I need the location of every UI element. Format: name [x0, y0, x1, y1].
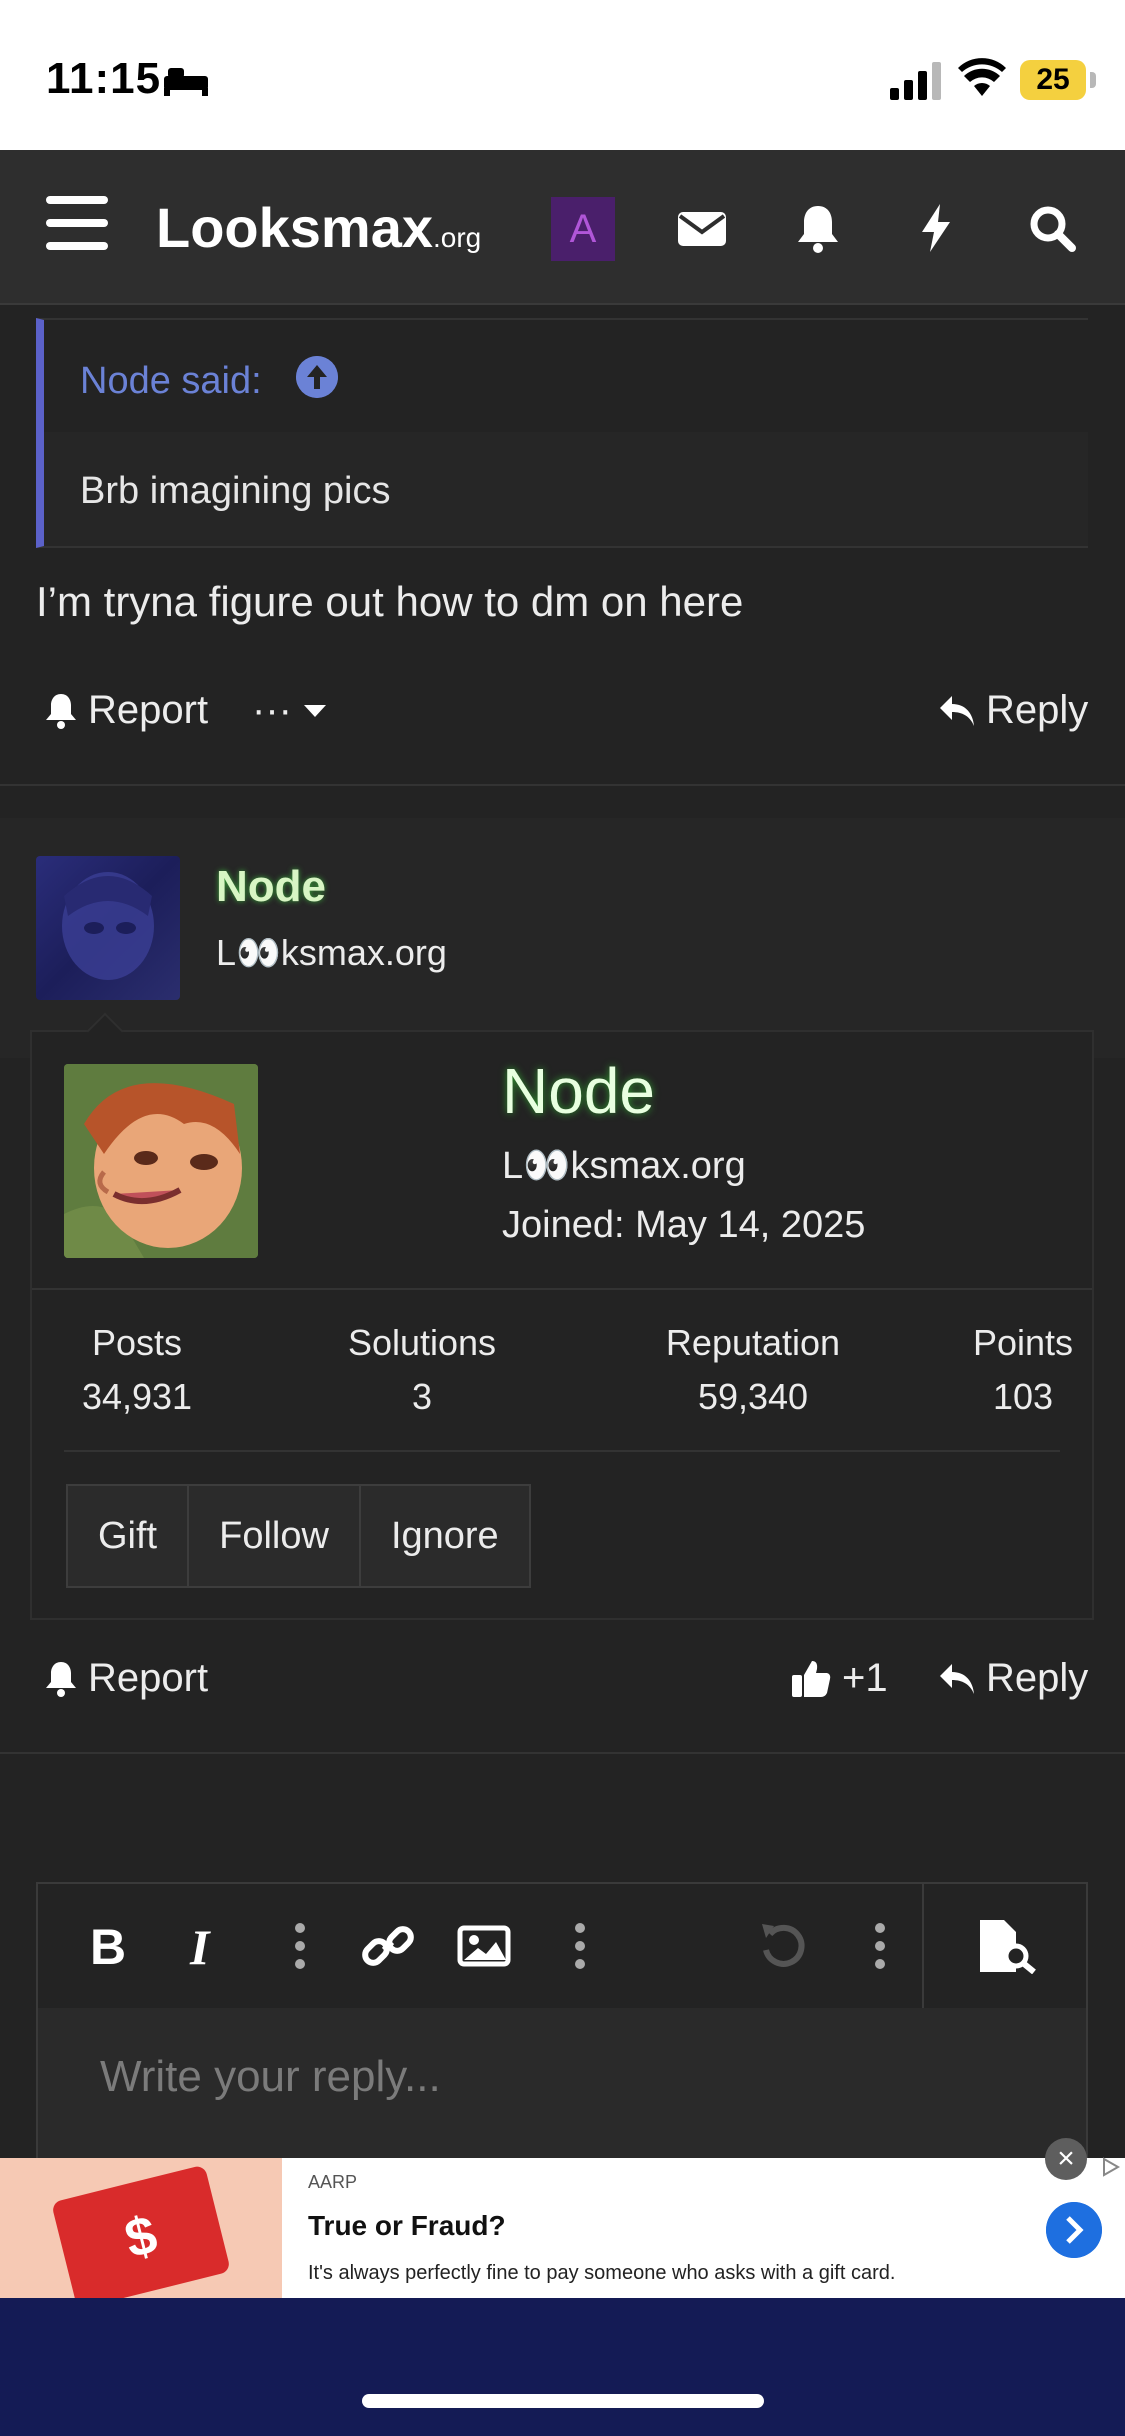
wifi-icon: [958, 58, 1006, 96]
hamburger-menu-icon[interactable]: [46, 196, 108, 252]
ellipsis-icon: ···: [252, 688, 292, 732]
reply-input[interactable]: Write your reply...: [100, 2052, 441, 2102]
quote-author-link[interactable]: Node said:: [80, 360, 262, 403]
member-action-buttons: Gift Follow Ignore: [66, 1484, 531, 1588]
battery-indicator: 25: [1020, 60, 1086, 100]
svg-text:I: I: [189, 1919, 211, 1974]
ignore-button[interactable]: Ignore: [360, 1486, 529, 1586]
report-button[interactable]: Report: [44, 1656, 208, 1701]
bell-icon: [46, 693, 76, 729]
home-indicator[interactable]: [362, 2394, 764, 2408]
member-avatar[interactable]: [64, 1064, 258, 1258]
ad-body: It's always perfectly fine to pay someon…: [308, 2262, 896, 2284]
post-author-name[interactable]: Node: [216, 862, 326, 912]
quote-header: Node said:: [44, 320, 1088, 432]
stats-divider: [64, 1450, 1060, 1452]
gift-card-graphic: $: [51, 2164, 231, 2310]
follow-button[interactable]: Follow: [189, 1486, 361, 1586]
reply-button[interactable]: Reply: [938, 688, 1088, 733]
avatar-illustration: [62, 872, 154, 980]
avatar-illustration: [64, 1064, 258, 1258]
stat-solutions[interactable]: Solutions 3: [332, 1322, 512, 1418]
sleep-focus-icon: [164, 68, 208, 96]
bold-icon[interactable]: B: [80, 1918, 136, 1974]
top-navigation: Looksmax.org A: [0, 150, 1125, 305]
report-button[interactable]: Report: [44, 688, 208, 733]
ad-brand: AARP: [308, 2172, 358, 2192]
stat-value: 3: [411, 1376, 433, 1417]
advertisement-banner[interactable]: $ AARP True or Fraud? It's always perfec…: [0, 2158, 1125, 2310]
like-button[interactable]: +1: [790, 1656, 888, 1701]
link-icon[interactable]: [360, 1918, 416, 1974]
reply-arrow-icon: [940, 1663, 974, 1694]
ad-image: $: [0, 2158, 282, 2310]
report-label: Report: [88, 688, 209, 732]
stat-label: Posts: [91, 1322, 183, 1363]
reply-label: Reply: [986, 1656, 1089, 1700]
thumbs-up-icon: [792, 1660, 831, 1697]
stat-reputation[interactable]: Reputation 59,340: [628, 1322, 878, 1418]
member-tooltip: Node L👀ksmax.org Joined: May 14, 2025 Po…: [30, 1012, 1094, 1620]
chevron-right-icon[interactable]: [1046, 2202, 1102, 2258]
member-card-header: Node L👀ksmax.org Joined: May 14, 2025: [32, 1032, 1092, 1290]
ad-headline: True or Fraud?: [308, 2210, 506, 2241]
status-time: 11:15: [46, 54, 162, 103]
toolbar-separator: [922, 1884, 924, 2008]
member-name[interactable]: Node: [502, 1054, 655, 1128]
stat-value: 103: [992, 1376, 1054, 1417]
reply-editor: B I Write your reply...: [36, 1882, 1088, 2162]
stat-label: Reputation: [665, 1322, 841, 1363]
reply-arrow-icon: [940, 695, 974, 726]
avatar[interactable]: [36, 856, 180, 1000]
post-message: I’m tryna figure out how to dm on here: [36, 578, 744, 625]
member-user-title: L👀ksmax.org: [502, 1145, 746, 1187]
lightning-icon[interactable]: [910, 202, 962, 254]
reply-label: Reply: [986, 688, 1089, 732]
search-icon[interactable]: [1026, 202, 1078, 254]
caret-down-icon: [303, 704, 326, 717]
site-logo[interactable]: Looksmax.org: [156, 195, 481, 260]
more-vertical-icon[interactable]: [852, 1918, 908, 1974]
close-icon[interactable]: ×: [1045, 2138, 1087, 2180]
image-icon[interactable]: [456, 1918, 512, 1974]
report-label: Report: [88, 1656, 209, 1700]
cellular-signal-icon: [890, 62, 941, 100]
post-divider: [0, 784, 1125, 786]
stat-posts[interactable]: Posts 34,931: [62, 1322, 212, 1418]
more-vertical-icon[interactable]: [552, 1918, 608, 1974]
stat-value: 59,340: [697, 1376, 809, 1417]
editor-toolbar: B I: [38, 1884, 1086, 2008]
post-divider: [0, 1752, 1125, 1754]
stat-value: 34,931: [81, 1376, 193, 1417]
quote-text: Brb imagining pics: [80, 470, 391, 512]
like-count: +1: [842, 1656, 888, 1700]
member-joined-date: Joined: May 14, 2025: [502, 1204, 866, 1246]
svg-text:B: B: [90, 1919, 126, 1974]
ad-choices-icon[interactable]: [1100, 2156, 1122, 2178]
gift-button[interactable]: Gift: [68, 1486, 190, 1586]
bell-icon[interactable]: [792, 202, 844, 254]
italic-icon[interactable]: I: [176, 1918, 232, 1974]
arrow-up-icon[interactable]: [296, 356, 338, 398]
undo-icon[interactable]: [756, 1918, 812, 1974]
stat-points[interactable]: Points 103: [958, 1322, 1088, 1418]
quote-block: Node said: Brb imagining pics: [36, 318, 1088, 548]
more-options-button[interactable]: ···: [252, 688, 328, 733]
account-avatar[interactable]: A: [551, 197, 615, 261]
stat-label: Points: [972, 1322, 1074, 1363]
post-user-title: L👀ksmax.org: [216, 932, 447, 973]
bell-icon: [46, 1661, 76, 1697]
more-vertical-icon[interactable]: [272, 1918, 328, 1974]
bottom-area: [0, 2298, 1125, 2436]
preview-icon[interactable]: [972, 1918, 1042, 1974]
envelope-icon[interactable]: [676, 202, 728, 254]
battery-cap: [1090, 72, 1096, 88]
reply-button[interactable]: Reply: [938, 1656, 1088, 1701]
stat-label: Solutions: [347, 1322, 497, 1363]
status-bar: 11:15 25: [0, 0, 1125, 150]
